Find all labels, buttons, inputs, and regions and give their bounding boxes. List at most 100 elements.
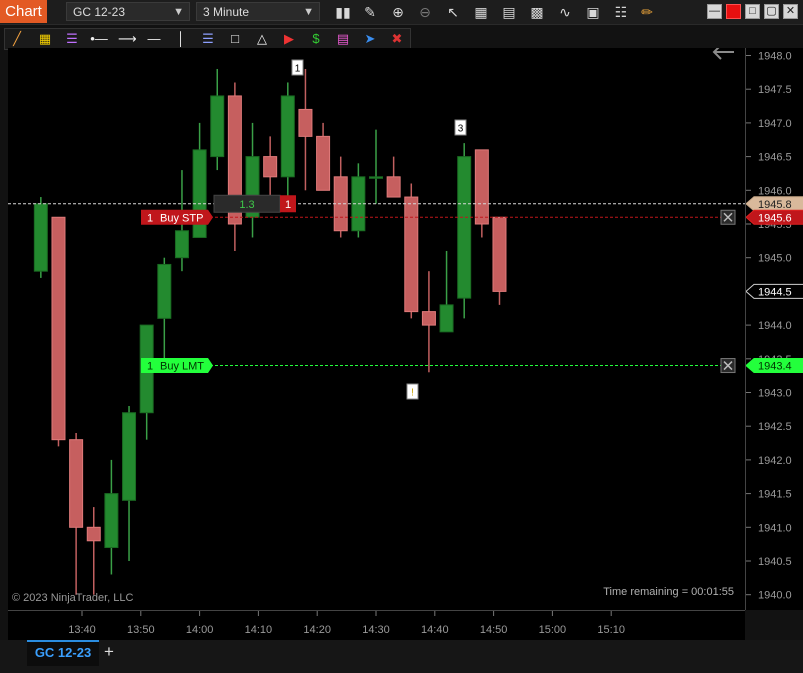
risk-reward-icon[interactable]: ▦ xyxy=(36,30,54,48)
candle-body xyxy=(298,108,313,137)
time-tick-label: 15:00 xyxy=(539,624,567,636)
vertical-line-icon[interactable]: │ xyxy=(172,30,190,48)
line-style-icon[interactable]: ∿ xyxy=(556,3,574,21)
time-tick-label: 15:10 xyxy=(597,624,625,636)
extended-line-icon[interactable]: •—• xyxy=(90,30,108,64)
minimize-icon[interactable]: — xyxy=(707,4,722,19)
candle xyxy=(316,122,331,191)
template-icon[interactable]: ▣ xyxy=(584,3,602,21)
properties-icon[interactable]: ▩ xyxy=(528,3,546,21)
execution-marker-label: 3 xyxy=(458,124,464,135)
execution-marker[interactable]: 3 xyxy=(454,119,467,136)
zoom-out-icon[interactable]: ⊖ xyxy=(416,3,434,21)
horizontal-line-icon[interactable]: — xyxy=(145,30,163,48)
price-chart[interactable]: 1 3! 1 Buy STP 1.3 1 1 Buy LMT © 2023 Nin… xyxy=(8,44,745,610)
chart-panel[interactable]: 1 3! 1 Buy STP 1.3 1 1 Buy LMT © 2023 Ni… xyxy=(8,44,745,610)
price-tick-label: 1947.0 xyxy=(758,118,792,130)
price-tick-label: 1940.0 xyxy=(758,590,792,602)
layout-icon[interactable]: ☷ xyxy=(612,3,630,21)
candle xyxy=(263,136,278,198)
price-tick-label: 1943.0 xyxy=(758,388,792,400)
buy-stp-qty: 1 xyxy=(147,212,153,224)
remove-drawing-icon[interactable]: ✖ xyxy=(388,30,406,48)
price-tick-label: 1941.0 xyxy=(758,522,792,534)
position-pnl: 1.3 xyxy=(239,199,254,211)
bar-style-icon[interactable]: ▤ xyxy=(500,3,518,21)
candle xyxy=(122,405,137,561)
candle xyxy=(439,250,454,333)
triangle-icon[interactable]: △ xyxy=(253,30,271,48)
time-tick-label: 13:40 xyxy=(68,624,96,636)
candle xyxy=(157,257,172,359)
order-entry-icon[interactable]: ▶ xyxy=(280,30,298,48)
parallel-lines-icon[interactable]: ☰ xyxy=(199,30,217,48)
candle-body xyxy=(174,230,189,259)
data-box-icon[interactable]: ▦ xyxy=(472,3,490,21)
back-arrow-icon[interactable] xyxy=(712,44,734,60)
time-tick-label: 14:50 xyxy=(480,624,508,636)
candle-body xyxy=(492,216,507,292)
candle xyxy=(298,68,313,191)
rectangle-icon[interactable]: □ xyxy=(226,30,244,48)
candle-body xyxy=(457,156,472,299)
dollar-icon[interactable]: $ xyxy=(307,30,325,48)
chart-trader-icon[interactable]: ▤ xyxy=(334,30,352,48)
buy-lmt-order[interactable]: 1 Buy LMT xyxy=(141,358,213,374)
candle xyxy=(33,197,48,278)
add-tab-icon[interactable]: + xyxy=(104,642,114,662)
pointer-icon[interactable]: ↖ xyxy=(444,3,462,21)
bar-chart-icon[interactable]: ▮▮ xyxy=(334,3,352,21)
price-tick-label: 1944.0 xyxy=(758,320,792,332)
candle-body xyxy=(210,95,225,158)
window-title[interactable]: Chart xyxy=(0,0,47,23)
candle-body xyxy=(86,526,101,542)
execution-marker[interactable]: 1 xyxy=(291,59,304,76)
instrument-selector[interactable]: GC 12-23 ▼ xyxy=(66,2,190,21)
arrow-line-icon[interactable]: ⟶ xyxy=(118,30,137,48)
interval-selector[interactable]: 3 Minute ▼ xyxy=(196,2,320,21)
chevron-down-icon: ▼ xyxy=(173,6,184,18)
candle-body xyxy=(369,176,383,179)
last-price-flag-text: 1944.5 xyxy=(758,286,792,298)
ask-price-flag-text: 1945.8 xyxy=(758,199,792,211)
instrument-tab[interactable]: GC 12-23 xyxy=(27,640,99,666)
execution-marker[interactable]: ! xyxy=(406,383,419,400)
time-tick-label: 14:40 xyxy=(421,624,449,636)
zoom-in-icon[interactable]: ⊕ xyxy=(389,3,407,21)
ruler-icon[interactable]: ╱ xyxy=(8,30,26,48)
time-remaining: Time remaining = 00:01:55 xyxy=(603,586,734,598)
fib-icon[interactable]: ☰ xyxy=(63,30,81,48)
time-tick-label: 14:20 xyxy=(303,624,331,636)
instrument-tab-bar xyxy=(0,640,803,673)
price-axis[interactable]: 1948.0 1947.5 1947.0 1946.5 1946.0 1945.5 1945… xyxy=(745,48,803,610)
candle xyxy=(139,324,154,440)
candle-body xyxy=(474,149,489,225)
candle xyxy=(227,82,242,251)
candle-body xyxy=(51,216,66,441)
time-axis[interactable]: 13:40 13:50 14:00 14:10 14:20 14:30 14:40 14:50… xyxy=(8,610,745,641)
maximize-icon[interactable]: ▢ xyxy=(764,4,779,19)
close-icon[interactable]: ✕ xyxy=(783,4,798,19)
candle-body xyxy=(122,412,137,501)
execution-marker-label: ! xyxy=(411,388,414,399)
time-tick-label: 14:00 xyxy=(186,624,214,636)
draw-icon[interactable]: ✏ xyxy=(638,3,656,21)
position-box[interactable]: 1.3 1 xyxy=(213,194,296,213)
buy-stp-order[interactable]: 1 Buy STP xyxy=(141,209,213,225)
candle-body xyxy=(386,176,401,198)
buy-lmt-price-flag-text: 1943.4 xyxy=(758,361,792,373)
candle-body xyxy=(421,311,436,326)
cancel-stp-icon[interactable] xyxy=(720,209,736,225)
drawing-toolbar: ╱ ▦ ☰ •—• ⟶ — │ ☰ □ △ ▶ $ ▤ ➤ ✖ xyxy=(4,28,411,64)
execution-marker-label: 1 xyxy=(295,64,301,75)
cancel-lmt-icon[interactable] xyxy=(720,358,736,374)
candle-body xyxy=(157,263,172,319)
buy-stp-price-flag-text: 1945.6 xyxy=(758,212,792,224)
copyright-text: © 2023 NinjaTrader, LLC xyxy=(12,592,133,604)
candle xyxy=(351,163,366,238)
link-color-icon[interactable] xyxy=(726,4,741,19)
price-tick-label: 1940.5 xyxy=(758,556,792,568)
pencil-icon[interactable]: ✎ xyxy=(361,3,379,21)
arrow-icon[interactable]: ➤ xyxy=(361,30,379,48)
restore-icon[interactable]: □ xyxy=(745,4,760,19)
